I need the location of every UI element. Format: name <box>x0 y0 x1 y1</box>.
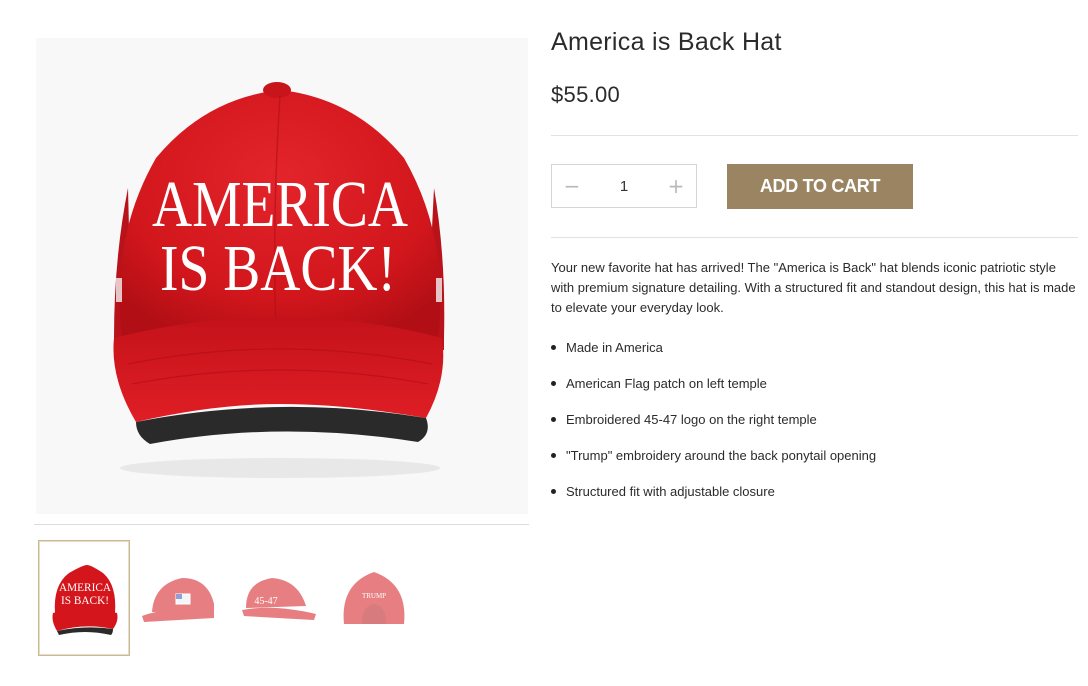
thumb-back-embroidery: TRUMP <box>362 592 386 600</box>
plus-icon[interactable]: + <box>656 165 696 207</box>
thumb-front-line2: IS BACK! <box>61 593 109 607</box>
minus-icon[interactable]: − <box>552 165 592 207</box>
hat-front-illustration: AMERICA IS BACK! <box>113 82 445 478</box>
thumbnail-front[interactable]: AMERICA IS BACK! <box>38 540 130 656</box>
product-price: $55.00 <box>551 82 621 107</box>
divider-top <box>551 135 1078 136</box>
feature-item: American Flag patch on left temple <box>551 374 1076 410</box>
feature-item: Made in America <box>551 338 1076 374</box>
divider-bottom <box>551 237 1078 238</box>
thumb-right-logo: 45-47 <box>254 596 277 607</box>
gallery-divider <box>34 524 529 525</box>
feature-item: Structured fit with adjustable closure <box>551 482 1076 518</box>
product-description: Your new favorite hat has arrived! The "… <box>551 260 1076 315</box>
thumb-front-line1: AMERICA <box>59 580 111 594</box>
hat-right-side-thumbnail-image: 45-47 <box>242 578 316 620</box>
feature-item: Embroidered 45-47 logo on the right temp… <box>551 410 1076 446</box>
add-to-cart-button[interactable]: ADD TO CART <box>727 164 913 209</box>
hat-left-side-thumbnail-image <box>142 578 214 622</box>
thumbnail-right-side[interactable]: 45-47 <box>232 540 324 656</box>
hat-front-thumbnail-image: AMERICA IS BACK! <box>52 565 118 635</box>
feature-list: Made in America American Flag patch on l… <box>551 338 1076 518</box>
quantity-input[interactable] <box>592 165 656 207</box>
main-embroidery-line2: IS BACK! <box>160 232 396 305</box>
quantity-stepper: − + <box>551 164 697 208</box>
thumbnail-left-side[interactable] <box>136 540 228 656</box>
hat-back-thumbnail-image: TRUMP <box>343 572 405 624</box>
product-title: America is Back Hat <box>551 28 782 56</box>
main-embroidery-line1: AMERICA <box>152 168 408 241</box>
thumbnail-back[interactable]: TRUMP <box>328 540 420 656</box>
feature-item: "Trump" embroidery around the back ponyt… <box>551 446 1076 482</box>
main-product-image: AMERICA IS BACK! <box>36 38 528 514</box>
